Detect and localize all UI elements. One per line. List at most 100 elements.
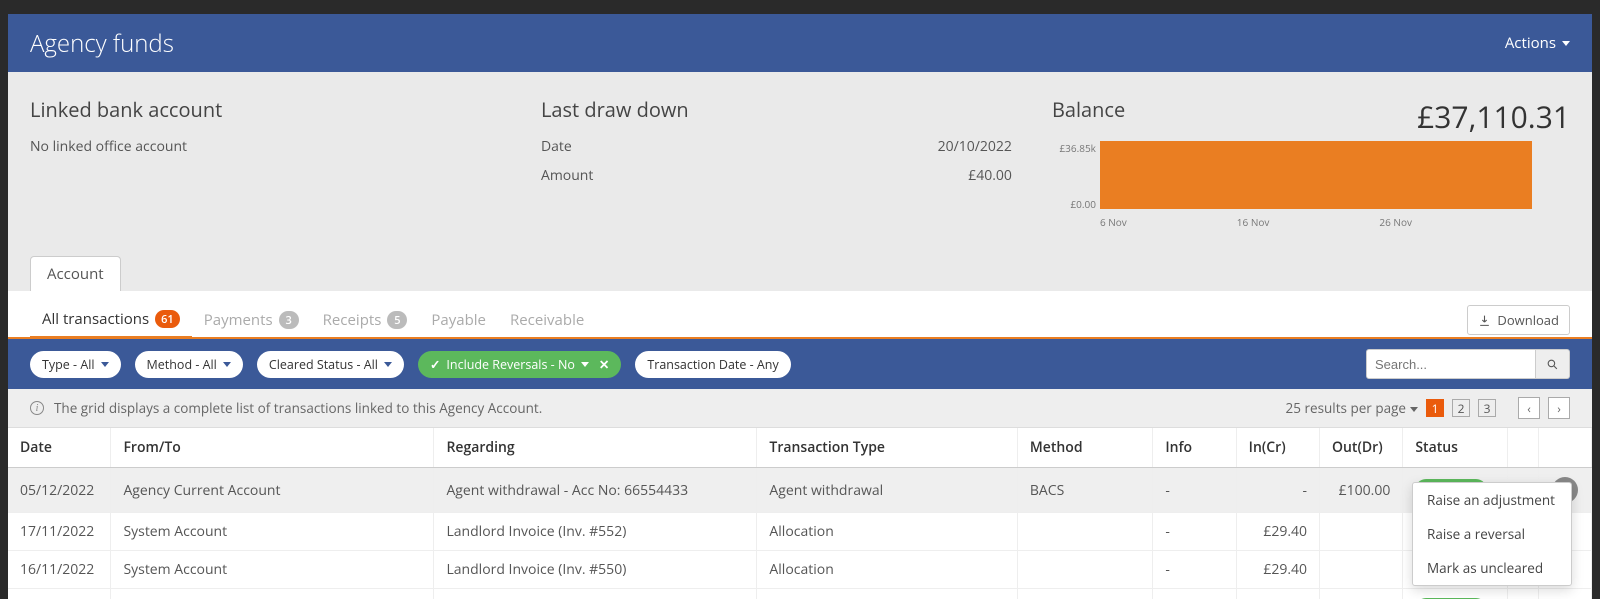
download-button[interactable]: Download <box>1467 305 1570 335</box>
cell-date: 17/11/2022 <box>8 513 111 551</box>
cell-txtype: Agent withdrawal <box>757 468 1017 513</box>
search-input[interactable] <box>1366 349 1536 379</box>
cell-regarding: Landlord Invoice (Inv. #552) <box>434 513 757 551</box>
cell-info: - <box>1153 589 1236 599</box>
balance-col: Balance £37,110.31 £36.85k £0.00 6 Nov 1… <box>1052 96 1570 229</box>
cell-method <box>1017 551 1152 589</box>
summary-panel: Linked bank account No linked office acc… <box>8 72 1592 257</box>
actions-dropdown[interactable]: Actions <box>1505 33 1570 53</box>
cell-outdr <box>1320 589 1403 599</box>
caret-down-icon <box>581 362 589 367</box>
cell-method: BACS <box>1017 468 1152 513</box>
subtab-payments-label: Payments <box>204 310 273 330</box>
page-prev[interactable]: ‹ <box>1518 397 1540 419</box>
filter-reversals[interactable]: ✓ Include Reversals - No ✕ <box>418 351 621 378</box>
caret-down-icon <box>1562 41 1570 46</box>
table-row[interactable]: 05/12/2022Agency Current AccountAgent wi… <box>8 468 1592 513</box>
search-icon <box>1546 358 1559 371</box>
info-icon: i <box>30 401 44 415</box>
drawdown-col: Last draw down Date 20/10/2022 Amount £4… <box>541 96 1012 229</box>
col-incr[interactable]: In(Cr) <box>1236 428 1319 468</box>
page-3[interactable]: 3 <box>1478 399 1496 417</box>
subtab-receivable[interactable]: Receivable <box>498 304 596 336</box>
cell-txtype: Allocation <box>757 589 1017 599</box>
page-next[interactable]: › <box>1548 397 1570 419</box>
col-txtype[interactable]: Transaction Type <box>757 428 1017 468</box>
page-1[interactable]: 1 <box>1426 399 1444 417</box>
cell-incr: £140.00 <box>1236 589 1319 599</box>
cell-date: 05/12/2022 <box>8 468 111 513</box>
info-text: The grid displays a complete list of tra… <box>54 399 542 417</box>
page-title: Agency funds <box>30 27 174 60</box>
col-info[interactable]: Info <box>1153 428 1236 468</box>
drawdown-amount-value: £40.00 <box>968 166 1012 185</box>
subtab-payable-label: Payable <box>431 310 486 330</box>
search-button[interactable] <box>1536 349 1570 379</box>
cell-date: 24/10/2022 <box>8 589 111 599</box>
actions-label: Actions <box>1505 33 1556 53</box>
subtab-payable[interactable]: Payable <box>419 304 498 336</box>
col-actions <box>1538 428 1591 468</box>
download-label: Download <box>1497 311 1559 329</box>
linked-heading: Linked bank account <box>30 96 501 123</box>
results-per-page[interactable]: 25 results per page <box>1286 399 1418 417</box>
menu-raise-adjustment[interactable]: Raise an adjustment <box>1413 483 1571 517</box>
table-row[interactable]: 16/11/2022System AccountLandlord Invoice… <box>8 551 1592 589</box>
col-fromto[interactable]: From/To <box>111 428 434 468</box>
account-panel: All transactions 61 Payments 3 Receipts … <box>8 291 1592 599</box>
page-header: Agency funds Actions <box>8 14 1592 72</box>
cell-regarding: Agent withdrawal - Acc No: 66554433 <box>434 468 757 513</box>
cell-method <box>1017 513 1152 551</box>
drawdown-date-value: 20/10/2022 <box>938 137 1012 156</box>
cell-txtype: Allocation <box>757 513 1017 551</box>
filter-method[interactable]: Method - All <box>135 351 243 378</box>
subtab-receipts[interactable]: Receipts 5 <box>311 304 420 336</box>
balance-value: £37,110.31 <box>1417 96 1570 137</box>
caret-down-icon <box>384 362 392 367</box>
cell-dash <box>1507 589 1538 599</box>
filter-txdate-label: Transaction Date - Any <box>647 356 778 373</box>
subtab-payments[interactable]: Payments 3 <box>192 304 311 336</box>
subtab-all-transactions[interactable]: All transactions 61 <box>30 303 192 338</box>
col-method[interactable]: Method <box>1017 428 1152 468</box>
linked-account-col: Linked bank account No linked office acc… <box>30 96 501 229</box>
transaction-subtabs: All transactions 61 Payments 3 Receipts … <box>8 303 1592 339</box>
col-dash <box>1507 428 1538 468</box>
col-date[interactable]: Date <box>8 428 111 468</box>
filter-type[interactable]: Type - All <box>30 351 121 378</box>
balance-heading: Balance <box>1052 96 1125 123</box>
cell-method <box>1017 589 1152 599</box>
table-row[interactable]: 17/11/2022System AccountLandlord Invoice… <box>8 513 1592 551</box>
chart-ytick-top: £36.85k <box>1052 141 1096 155</box>
cell-regarding: fee name (Inv. #) (Inv. #542) <box>434 589 757 599</box>
filter-reversals-label: Include Reversals - No <box>446 356 574 373</box>
col-regarding[interactable]: Regarding <box>434 428 757 468</box>
menu-raise-reversal[interactable]: Raise a reversal <box>1413 517 1571 551</box>
cell-fromto: System Account <box>111 513 434 551</box>
cell-incr: - <box>1236 468 1319 513</box>
page-2[interactable]: 2 <box>1452 399 1470 417</box>
filter-cleared-label: Cleared Status - All <box>269 356 378 373</box>
subtab-receipts-label: Receipts <box>323 310 382 330</box>
menu-mark-uncleared[interactable]: Mark as uncleared <box>1413 551 1571 585</box>
cell-date: 16/11/2022 <box>8 551 111 589</box>
cell-txtype: Allocation <box>757 551 1017 589</box>
chart-xtick-1: 16 Nov <box>1237 215 1270 229</box>
col-status[interactable]: Status <box>1403 428 1507 468</box>
cell-outdr <box>1320 513 1403 551</box>
clear-filter-icon[interactable]: ✕ <box>599 356 609 373</box>
subtab-all-label: All transactions <box>42 309 149 329</box>
caret-down-icon <box>101 362 109 367</box>
table-row[interactable]: 24/10/2022System Accountfee name (Inv. #… <box>8 589 1592 599</box>
filter-type-label: Type - All <box>42 356 95 373</box>
info-bar: i The grid displays a complete list of t… <box>8 389 1592 428</box>
tab-account[interactable]: Account <box>30 256 121 291</box>
subtab-receivable-label: Receivable <box>510 310 584 330</box>
col-outdr[interactable]: Out(Dr) <box>1320 428 1403 468</box>
filter-cleared[interactable]: Cleared Status - All <box>257 351 404 378</box>
filter-txdate[interactable]: Transaction Date - Any <box>635 351 790 378</box>
cell-info: - <box>1153 551 1236 589</box>
filter-method-label: Method - All <box>147 356 217 373</box>
chart-xtick-2: 26 Nov <box>1379 215 1412 229</box>
cell-info: - <box>1153 468 1236 513</box>
